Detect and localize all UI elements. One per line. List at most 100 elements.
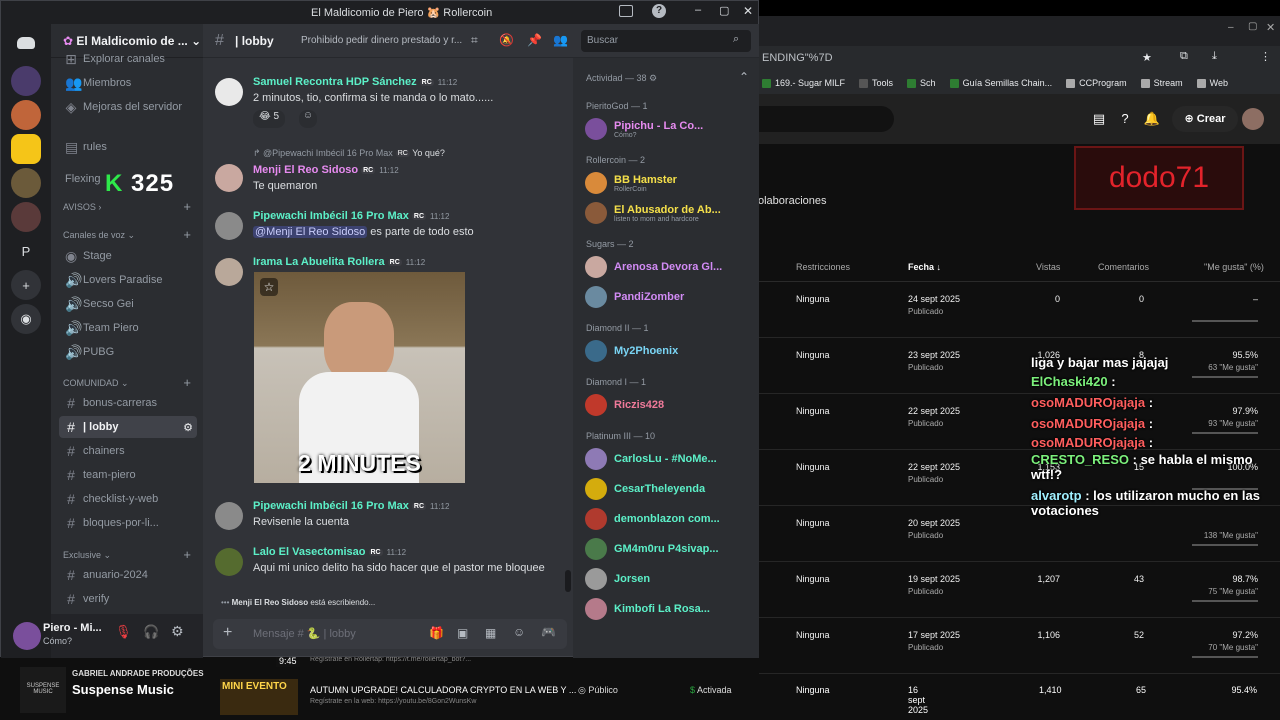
member-list-icon[interactable]: 👥 bbox=[553, 33, 568, 47]
member-item[interactable]: Kimbofi La Rosa... bbox=[585, 595, 755, 623]
col-views[interactable]: Vistas bbox=[1036, 262, 1060, 272]
gif-embed[interactable]: ☆ 2 MINUTES bbox=[254, 272, 465, 483]
avatar[interactable] bbox=[1242, 108, 1264, 130]
pin-icon[interactable]: 📌 bbox=[527, 33, 542, 47]
member-item[interactable]: Riczis428 bbox=[585, 391, 755, 419]
bookmark-item[interactable]: Guía Semillas Chain... bbox=[949, 78, 1052, 88]
message[interactable]: ↱ @Pipewachi Imbécil 16 Pro Max RC Yo qué… bbox=[215, 148, 565, 198]
message-author[interactable]: Samuel Recontra HDP Sánchez RC 11:12 bbox=[253, 76, 457, 88]
server-icon[interactable] bbox=[11, 202, 41, 232]
gift-icon[interactable]: 🎁 bbox=[429, 626, 444, 640]
inbox-icon[interactable] bbox=[619, 5, 633, 17]
apps-icon[interactable]: 🎮 bbox=[541, 625, 556, 639]
download-icon[interactable]: ⤓ bbox=[1212, 50, 1217, 63]
add-channel-icon[interactable]: + bbox=[183, 547, 191, 562]
extensions-icon[interactable]: ⧉ bbox=[1180, 50, 1188, 63]
member-item[interactable]: GM4m0ru P4sivap... bbox=[585, 535, 755, 563]
member-item[interactable]: El Abusador de Ab... listen to mom and ha… bbox=[585, 199, 755, 227]
message-author[interactable]: Pipewachi Imbécil 16 Pro Max RC 11:12 bbox=[253, 500, 449, 512]
message-composer[interactable]: + Mensaje # 🐍 | lobby 🎁 ▣ ▦ ☺ 🎮 bbox=[213, 619, 567, 649]
help-icon[interactable]: ? bbox=[1116, 110, 1134, 128]
headphones-muted-icon[interactable]: 🎧 bbox=[143, 624, 159, 640]
bookmark-item[interactable]: 169.- Sugar MILF bbox=[762, 78, 845, 88]
channel-item[interactable]: ▤ rules bbox=[59, 136, 197, 158]
text-channel[interactable]: # bonus-carreras bbox=[59, 392, 197, 414]
message[interactable]: Lalo El Vasectomisao RC 11:12 Aqui mi unic… bbox=[215, 546, 565, 596]
table-row[interactable]: Ninguna 19 sept 2025 Publicado 1,207 43 98.7%… bbox=[758, 562, 1280, 618]
mic-muted-icon[interactable]: 🎙 bbox=[115, 624, 132, 640]
message-author[interactable]: Pipewachi Imbécil 16 Pro Max RC 11:12 bbox=[253, 210, 449, 222]
avatar[interactable] bbox=[215, 164, 243, 192]
member-item[interactable]: CesarTheleyenda bbox=[585, 475, 755, 503]
sticker-icon[interactable]: ▦ bbox=[485, 626, 496, 640]
col-restrictions[interactable]: Restricciones bbox=[796, 262, 850, 272]
text-channel[interactable]: # verify bbox=[59, 588, 197, 610]
server-icon[interactable]: P bbox=[11, 236, 41, 266]
collab-tab[interactable]: olaboraciones bbox=[758, 195, 827, 207]
message[interactable]: Pipewachi Imbécil 16 Pro Max RC 11:12 @Men… bbox=[215, 210, 565, 246]
bookmark-item[interactable]: Tools bbox=[859, 78, 893, 88]
voice-channel[interactable]: 🔊 Team Piero bbox=[59, 317, 197, 339]
text-channel[interactable]: # team-piero bbox=[59, 464, 197, 486]
bell-icon[interactable]: 🔔 bbox=[1143, 110, 1161, 128]
threads-icon[interactable]: ⌗ bbox=[471, 33, 478, 48]
captions-icon[interactable]: ▤ bbox=[1090, 110, 1108, 128]
server-icon[interactable] bbox=[11, 100, 41, 130]
text-channel[interactable]: # bloques-por-li... bbox=[59, 512, 197, 534]
channel-topic[interactable]: Prohibido pedir dinero prestado y r... bbox=[301, 35, 462, 46]
monetization[interactable]: $ Activada bbox=[690, 685, 732, 695]
address-bar[interactable]: ENDING"%7D ★ ⧉ ⤓ ⋮ bbox=[758, 46, 1280, 72]
studio-search-input[interactable] bbox=[758, 106, 894, 132]
message-author[interactable]: Lalo El Vasectomisao RC 11:12 bbox=[253, 546, 406, 558]
bookmark-item[interactable]: Stream bbox=[1140, 78, 1183, 88]
member-item[interactable]: demonblazon com... bbox=[585, 505, 755, 533]
chevron-up-icon[interactable]: ⌃ bbox=[739, 70, 749, 84]
menu-icon[interactable]: ⋮ bbox=[1260, 50, 1271, 63]
message-author[interactable]: Menji El Reo Sidoso RC 11:12 bbox=[253, 164, 399, 176]
reply-preview[interactable]: ↱ @Pipewachi Imbécil 16 Pro Max RC Yo qué… bbox=[253, 148, 445, 159]
voice-channel[interactable]: 🔊 Secso Gei bbox=[59, 293, 197, 315]
member-item[interactable]: CarlosLu - #NoMe... bbox=[585, 445, 755, 473]
minimize-icon[interactable]: – bbox=[695, 4, 701, 16]
text-channel[interactable]: # chainers bbox=[59, 440, 197, 462]
bookmark-item[interactable]: CCProgram bbox=[1066, 78, 1127, 88]
bookmark-item[interactable]: Web bbox=[1196, 78, 1228, 88]
avatar[interactable] bbox=[215, 78, 243, 106]
minimize-icon[interactable]: – bbox=[1228, 22, 1234, 33]
member-item[interactable]: PandiZomber bbox=[585, 283, 755, 311]
video-thumbnail[interactable]: MINI EVENTO bbox=[220, 679, 298, 715]
star-icon[interactable]: ★ bbox=[1142, 51, 1152, 64]
favorite-star-icon[interactable]: ☆ bbox=[260, 278, 278, 296]
table-row[interactable]: Ninguna 17 sept 2025 Publicado 1,106 52 97.2%… bbox=[758, 618, 1280, 674]
emoji-icon[interactable]: ☺ bbox=[513, 625, 525, 639]
member-item[interactable]: Jorsen bbox=[585, 565, 755, 593]
search-input[interactable]: Buscar ⌕ bbox=[581, 30, 751, 52]
user-mention[interactable]: @Menji El Reo Sidoso bbox=[253, 226, 368, 238]
visibility[interactable]: ◎ Público bbox=[578, 685, 618, 696]
voice-channel[interactable]: ◉ Stage bbox=[59, 245, 197, 267]
message[interactable]: Pipewachi Imbécil 16 Pro Max RC 11:12 Revi… bbox=[215, 500, 565, 536]
add-reaction-icon[interactable]: ☺ bbox=[299, 110, 317, 128]
server-icon-active[interactable] bbox=[11, 134, 41, 164]
add-attachment-icon[interactable]: + bbox=[223, 624, 232, 642]
username[interactable]: Piero - Mi... bbox=[43, 622, 102, 634]
category-voz[interactable]: Canales de voz ⌄ bbox=[63, 230, 135, 241]
add-channel-icon[interactable]: + bbox=[183, 199, 191, 214]
category-comunidad[interactable]: COMUNIDAD ⌄ bbox=[63, 378, 129, 389]
message-author[interactable]: Irama La Abuelita Rollera RC 11:12 bbox=[253, 256, 425, 268]
settings-icon[interactable]: ⚙ bbox=[171, 623, 184, 640]
channel-item[interactable]: ⊞ Explorar canales bbox=[59, 52, 197, 66]
category-avisos[interactable]: AVISOS › bbox=[63, 202, 101, 212]
member-item[interactable]: Arenosa Devora Gl... bbox=[585, 253, 755, 281]
avatar[interactable] bbox=[215, 548, 243, 576]
member-item[interactable]: My2Phoenix bbox=[585, 337, 755, 365]
video-title[interactable]: AUTUMN UPGRADE! CALCULADORA CRYPTO EN LA… bbox=[310, 685, 576, 695]
table-row[interactable]: Ninguna 24 sept 2025 Publicado 0 0 – bbox=[758, 282, 1280, 338]
category-exclusive[interactable]: Exclusive ⌄ bbox=[63, 550, 111, 561]
channel-item[interactable]: ◈ Mejoras del servidor bbox=[59, 96, 197, 118]
col-likes[interactable]: "Me gusta" (%) bbox=[1204, 262, 1264, 272]
avatar[interactable] bbox=[215, 258, 243, 286]
server-icon[interactable] bbox=[11, 168, 41, 198]
help-icon[interactable]: ? bbox=[652, 4, 666, 18]
create-button[interactable]: ⊕ Crear bbox=[1172, 106, 1238, 132]
